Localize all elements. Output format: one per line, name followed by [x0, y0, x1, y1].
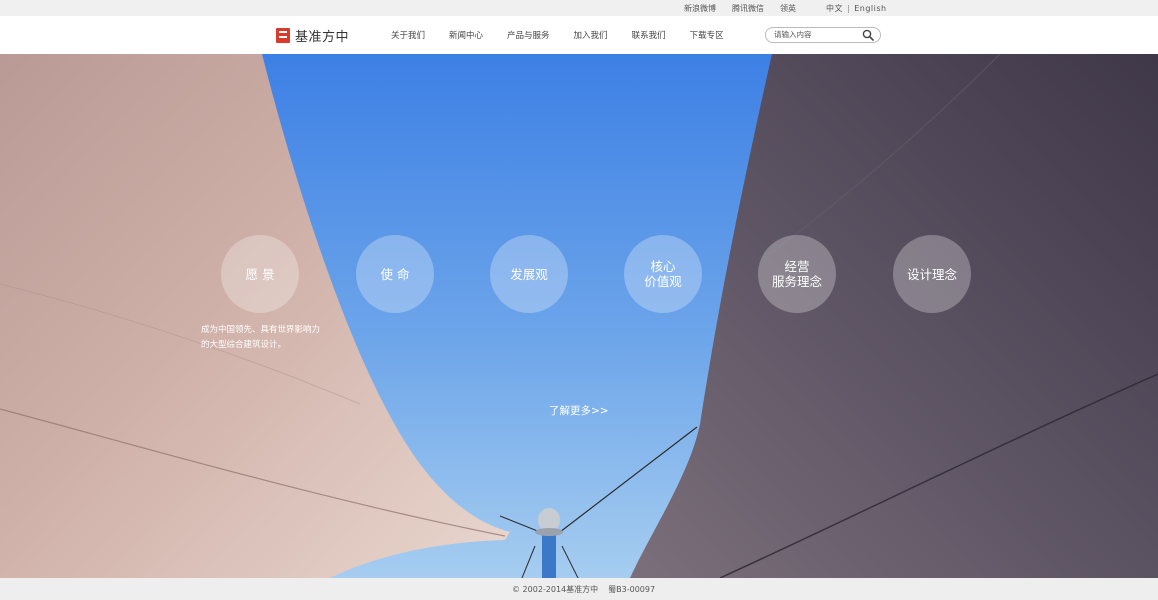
site-footer: © 2002-2014基准方中 蜀B3-00097 [0, 578, 1158, 600]
mission-circle-button[interactable]: 使 命 [356, 235, 434, 313]
design-philosophy-circle-button[interactable]: 设计理念 [893, 235, 971, 313]
core-values-circle-button[interactable]: 核心 价值观 [624, 235, 702, 313]
nav-item-download[interactable]: 下载专区 [690, 29, 724, 41]
vision-circle-label: 愿 景 [245, 266, 275, 282]
copyright-text: © 2002-2014基准方中 [512, 585, 599, 594]
top-utility-bar: 新浪微博 腾讯微信 领英 中文 | English [0, 0, 1158, 16]
search-box [765, 27, 881, 43]
wechat-link[interactable]: 腾讯微信 [732, 3, 764, 14]
development-circle-label: 发展观 [510, 266, 548, 282]
main-nav: 关于我们 新闻中心 产品与服务 加入我们 联系我们 下载专区 [391, 29, 748, 41]
service-philosophy-label-line1: 经营 [784, 259, 810, 274]
logo-text: 基准方中 [295, 30, 350, 45]
weibo-link[interactable]: 新浪微博 [684, 3, 716, 14]
service-philosophy-label-line2: 服务理念 [771, 274, 822, 289]
vision-description: 成为中国领先、具有世界影响力的大型综合建筑设计。 [201, 325, 321, 350]
nav-item-products[interactable]: 产品与服务 [507, 29, 550, 41]
lang-separator: | [847, 4, 851, 13]
nav-item-news[interactable]: 新闻中心 [449, 29, 483, 41]
logo[interactable]: 基准方中 [276, 26, 349, 45]
nav-item-contact[interactable]: 联系我们 [632, 29, 666, 41]
core-values-label-line2: 价值观 [644, 274, 682, 289]
linkedin-link[interactable]: 领英 [780, 3, 796, 14]
core-values-label-line1: 核心 [650, 259, 676, 274]
nav-item-join[interactable]: 加入我们 [574, 29, 608, 41]
language-switch: 中文 | English [826, 3, 887, 14]
footer-info: © 2002-2014基准方中 蜀B3-00097 [512, 584, 655, 595]
vision-circle-button[interactable]: 愿 景 [221, 235, 299, 313]
service-philosophy-circle-button[interactable]: 经营 服务理念 [758, 235, 836, 313]
design-philosophy-circle-label: 设计理念 [906, 266, 957, 282]
lang-chinese-link[interactable]: 中文 [826, 4, 843, 13]
mission-circle-label: 使 命 [380, 266, 410, 282]
icp-number: 蜀B3-00097 [608, 585, 656, 594]
learn-more-link[interactable]: 了解更多>> [549, 403, 609, 418]
search-icon[interactable] [862, 29, 874, 41]
site-header: 基准方中 关于我们 新闻中心 产品与服务 加入我们 联系我们 下载专区 [0, 16, 1158, 54]
development-circle-button[interactable]: 发展观 [490, 235, 568, 313]
hero-background-image [0, 54, 1158, 578]
lang-english-link[interactable]: English [854, 4, 886, 13]
hero-banner: 愿 景 使 命 发展观 核心 价值观 经营 服务理念 设计理念 成为中国领先、具… [0, 54, 1158, 578]
nav-item-about[interactable]: 关于我们 [391, 29, 425, 41]
search-input[interactable] [774, 29, 854, 40]
logo-mark-icon [276, 28, 290, 43]
social-links: 新浪微博 腾讯微信 领英 [684, 3, 812, 14]
